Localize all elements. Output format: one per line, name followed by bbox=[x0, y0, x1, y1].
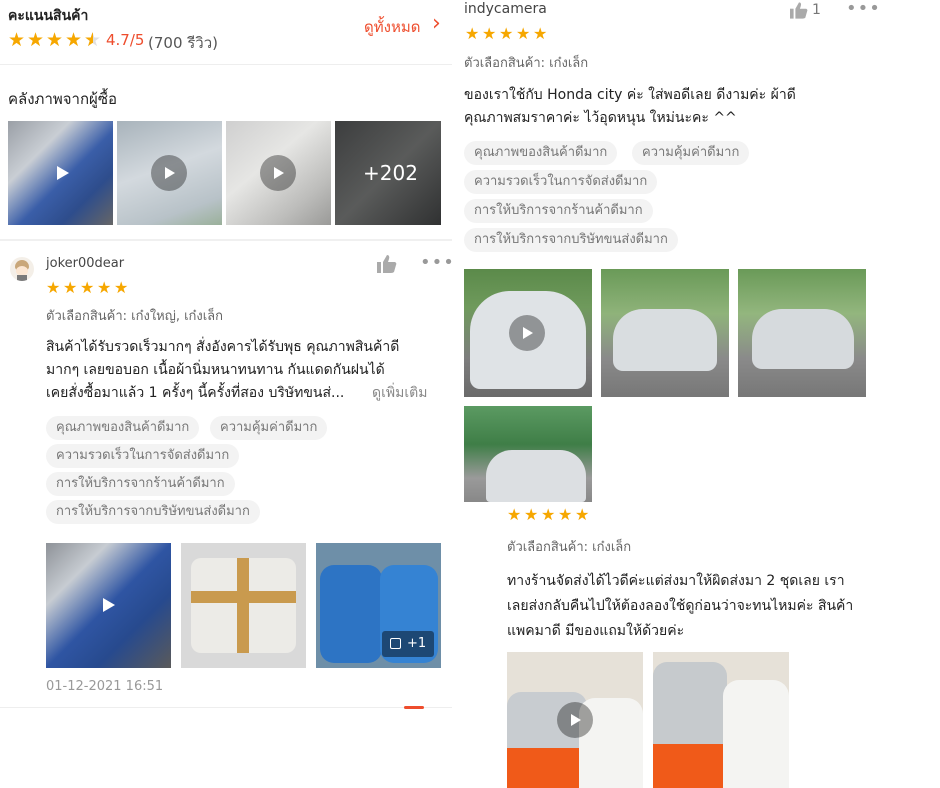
see-all-label: ดูทั้งหมด bbox=[364, 18, 421, 36]
review-text-line: สินค้าได้รับรวดเร็วมากๆ สั่งอังคารได้รับ… bbox=[46, 339, 400, 355]
image-icon bbox=[390, 638, 401, 649]
rating-title: คะแนนสินค้า bbox=[8, 8, 89, 24]
avatar[interactable] bbox=[10, 257, 34, 281]
star-icon: ★ bbox=[541, 505, 556, 524]
reviewer-name: indycamera bbox=[464, 1, 547, 17]
section-divider bbox=[0, 239, 452, 241]
review-tag: ความรวดเร็วในการจัดส่งดีมาก bbox=[46, 444, 240, 468]
review-text-line: ทางร้านจัดส่งได้ไวดีค่ะแต่ส่งมาให้ผิดส่ง… bbox=[507, 573, 845, 589]
review-text-line: คุณภาพสมราคาค่ะ ไว้อุดหนุน ใหม่นะคะ ^^ bbox=[464, 110, 737, 126]
review-photo-2[interactable] bbox=[601, 269, 729, 397]
review-tag: ความคุ้มค่าดีมาก bbox=[632, 141, 750, 165]
review-tag: การให้บริการจากร้านค้าดีมาก bbox=[464, 199, 653, 223]
star-icon: ★ bbox=[524, 505, 539, 524]
photo-more-badge: +1 bbox=[382, 631, 434, 657]
review-text-line: มากๆ เลยขอบอก เนื้อผ้านิ่มหนาทนทาน กันแด… bbox=[46, 362, 385, 378]
review-variation: ตัวเลือกสินค้า: เก๋งเล็ก bbox=[507, 540, 632, 555]
review-text-line: แพคมาดี มีของแถมให้ด้วยค่ะ bbox=[507, 623, 685, 639]
review-tag: ความรวดเร็วในการจัดส่งดีมาก bbox=[464, 170, 658, 194]
review-tag: ความคุ้มค่าดีมาก bbox=[210, 416, 328, 440]
star-icon: ★ bbox=[507, 505, 522, 524]
play-icon bbox=[260, 155, 296, 191]
chevron-right-icon: › bbox=[432, 11, 441, 36]
play-icon bbox=[509, 315, 545, 351]
more-dots-icon[interactable]: ••• bbox=[420, 252, 455, 273]
reviewer-name: joker00dear bbox=[46, 256, 125, 271]
star-icon: ★ bbox=[63, 278, 78, 297]
review-photo-4[interactable] bbox=[464, 406, 592, 502]
see-more-link[interactable]: ดูเพิ่มเติม bbox=[372, 382, 427, 404]
rating-count: (700 รีวิว) bbox=[148, 34, 219, 52]
star-icon: ★ bbox=[46, 29, 64, 51]
gallery-more-count: +202 bbox=[363, 161, 418, 185]
star-icon: ★ bbox=[46, 278, 61, 297]
review-text-line: เคยสั่งซื้อมาแล้ว 1 ครั้งๆ นี้ครั้งที่สอ… bbox=[46, 385, 345, 401]
play-icon bbox=[44, 155, 80, 191]
star-icon: ★ bbox=[465, 24, 480, 43]
star-icon: ★ bbox=[114, 278, 129, 297]
star-icon: ★ bbox=[533, 24, 548, 43]
review-variation: ตัวเลือกสินค้า: เก๋งใหญ่, เก๋งเล็ก bbox=[46, 309, 224, 324]
photo-more-count: +1 bbox=[407, 636, 427, 651]
thumbs-up-icon[interactable] bbox=[790, 2, 808, 19]
star-icon: ★ bbox=[80, 278, 95, 297]
half-star-icon: ★ ★ bbox=[84, 29, 102, 51]
review-photo-3[interactable] bbox=[738, 269, 866, 397]
accent-mark bbox=[404, 706, 424, 709]
like-count: 1 bbox=[812, 2, 821, 18]
review-photo-3[interactable]: +1 bbox=[316, 543, 441, 668]
star-icon: ★ bbox=[499, 24, 514, 43]
gallery-title: คลังภาพจากผู้ซื้อ bbox=[8, 90, 118, 108]
review-tag: การให้บริการจากบริษัทขนส่งดีมาก bbox=[464, 228, 678, 252]
star-icon: ★ bbox=[575, 505, 590, 524]
review-text-line: เลยส่งกลับคืนไปให้ต้องลองใช้ดูก่อนว่าจะท… bbox=[507, 598, 854, 614]
review-photo-1[interactable] bbox=[464, 269, 592, 397]
play-icon bbox=[90, 587, 126, 623]
star-icon: ★ bbox=[558, 505, 573, 524]
star-icon: ★ bbox=[97, 278, 112, 297]
gallery-thumb-3[interactable] bbox=[226, 121, 331, 225]
star-icon: ★ bbox=[65, 29, 83, 51]
gallery-thumb-more[interactable]: +202 bbox=[335, 121, 441, 225]
star-icon: ★ bbox=[8, 29, 26, 51]
review-tag: การให้บริการจากร้านค้าดีมาก bbox=[46, 472, 235, 496]
review-photo-5[interactable] bbox=[507, 652, 643, 788]
review-tag: คุณภาพของสินค้าดีมาก bbox=[464, 141, 618, 165]
review-photo-1[interactable] bbox=[46, 543, 171, 668]
divider bbox=[0, 707, 452, 708]
star-icon: ★ bbox=[516, 24, 531, 43]
play-icon bbox=[557, 702, 593, 738]
review-photo-6[interactable] bbox=[653, 652, 789, 788]
rating-score: 4.7/5 bbox=[106, 31, 145, 49]
gallery-thumb-1[interactable] bbox=[8, 121, 113, 225]
gallery-thumb-2[interactable] bbox=[117, 121, 222, 225]
star-icon: ★ bbox=[482, 24, 497, 43]
review-tag: คุณภาพของสินค้าดีมาก bbox=[46, 416, 200, 440]
review-variation: ตัวเลือกสินค้า: เก๋งเล็ก bbox=[464, 56, 589, 71]
more-dots-icon[interactable]: ••• bbox=[846, 0, 881, 19]
play-icon bbox=[151, 155, 187, 191]
review-photo-2[interactable] bbox=[181, 543, 306, 668]
thumbs-up-icon[interactable] bbox=[377, 255, 397, 273]
review-text-line: ของเราใช้กับ Honda city ค่ะ ใส่พอดีเลย ด… bbox=[464, 87, 796, 103]
star-icon: ★ bbox=[27, 29, 45, 51]
divider bbox=[0, 64, 452, 65]
review-date: 01-12-2021 16:51 bbox=[46, 679, 164, 694]
review-tag: การให้บริการจากบริษัทขนส่งดีมาก bbox=[46, 500, 260, 524]
